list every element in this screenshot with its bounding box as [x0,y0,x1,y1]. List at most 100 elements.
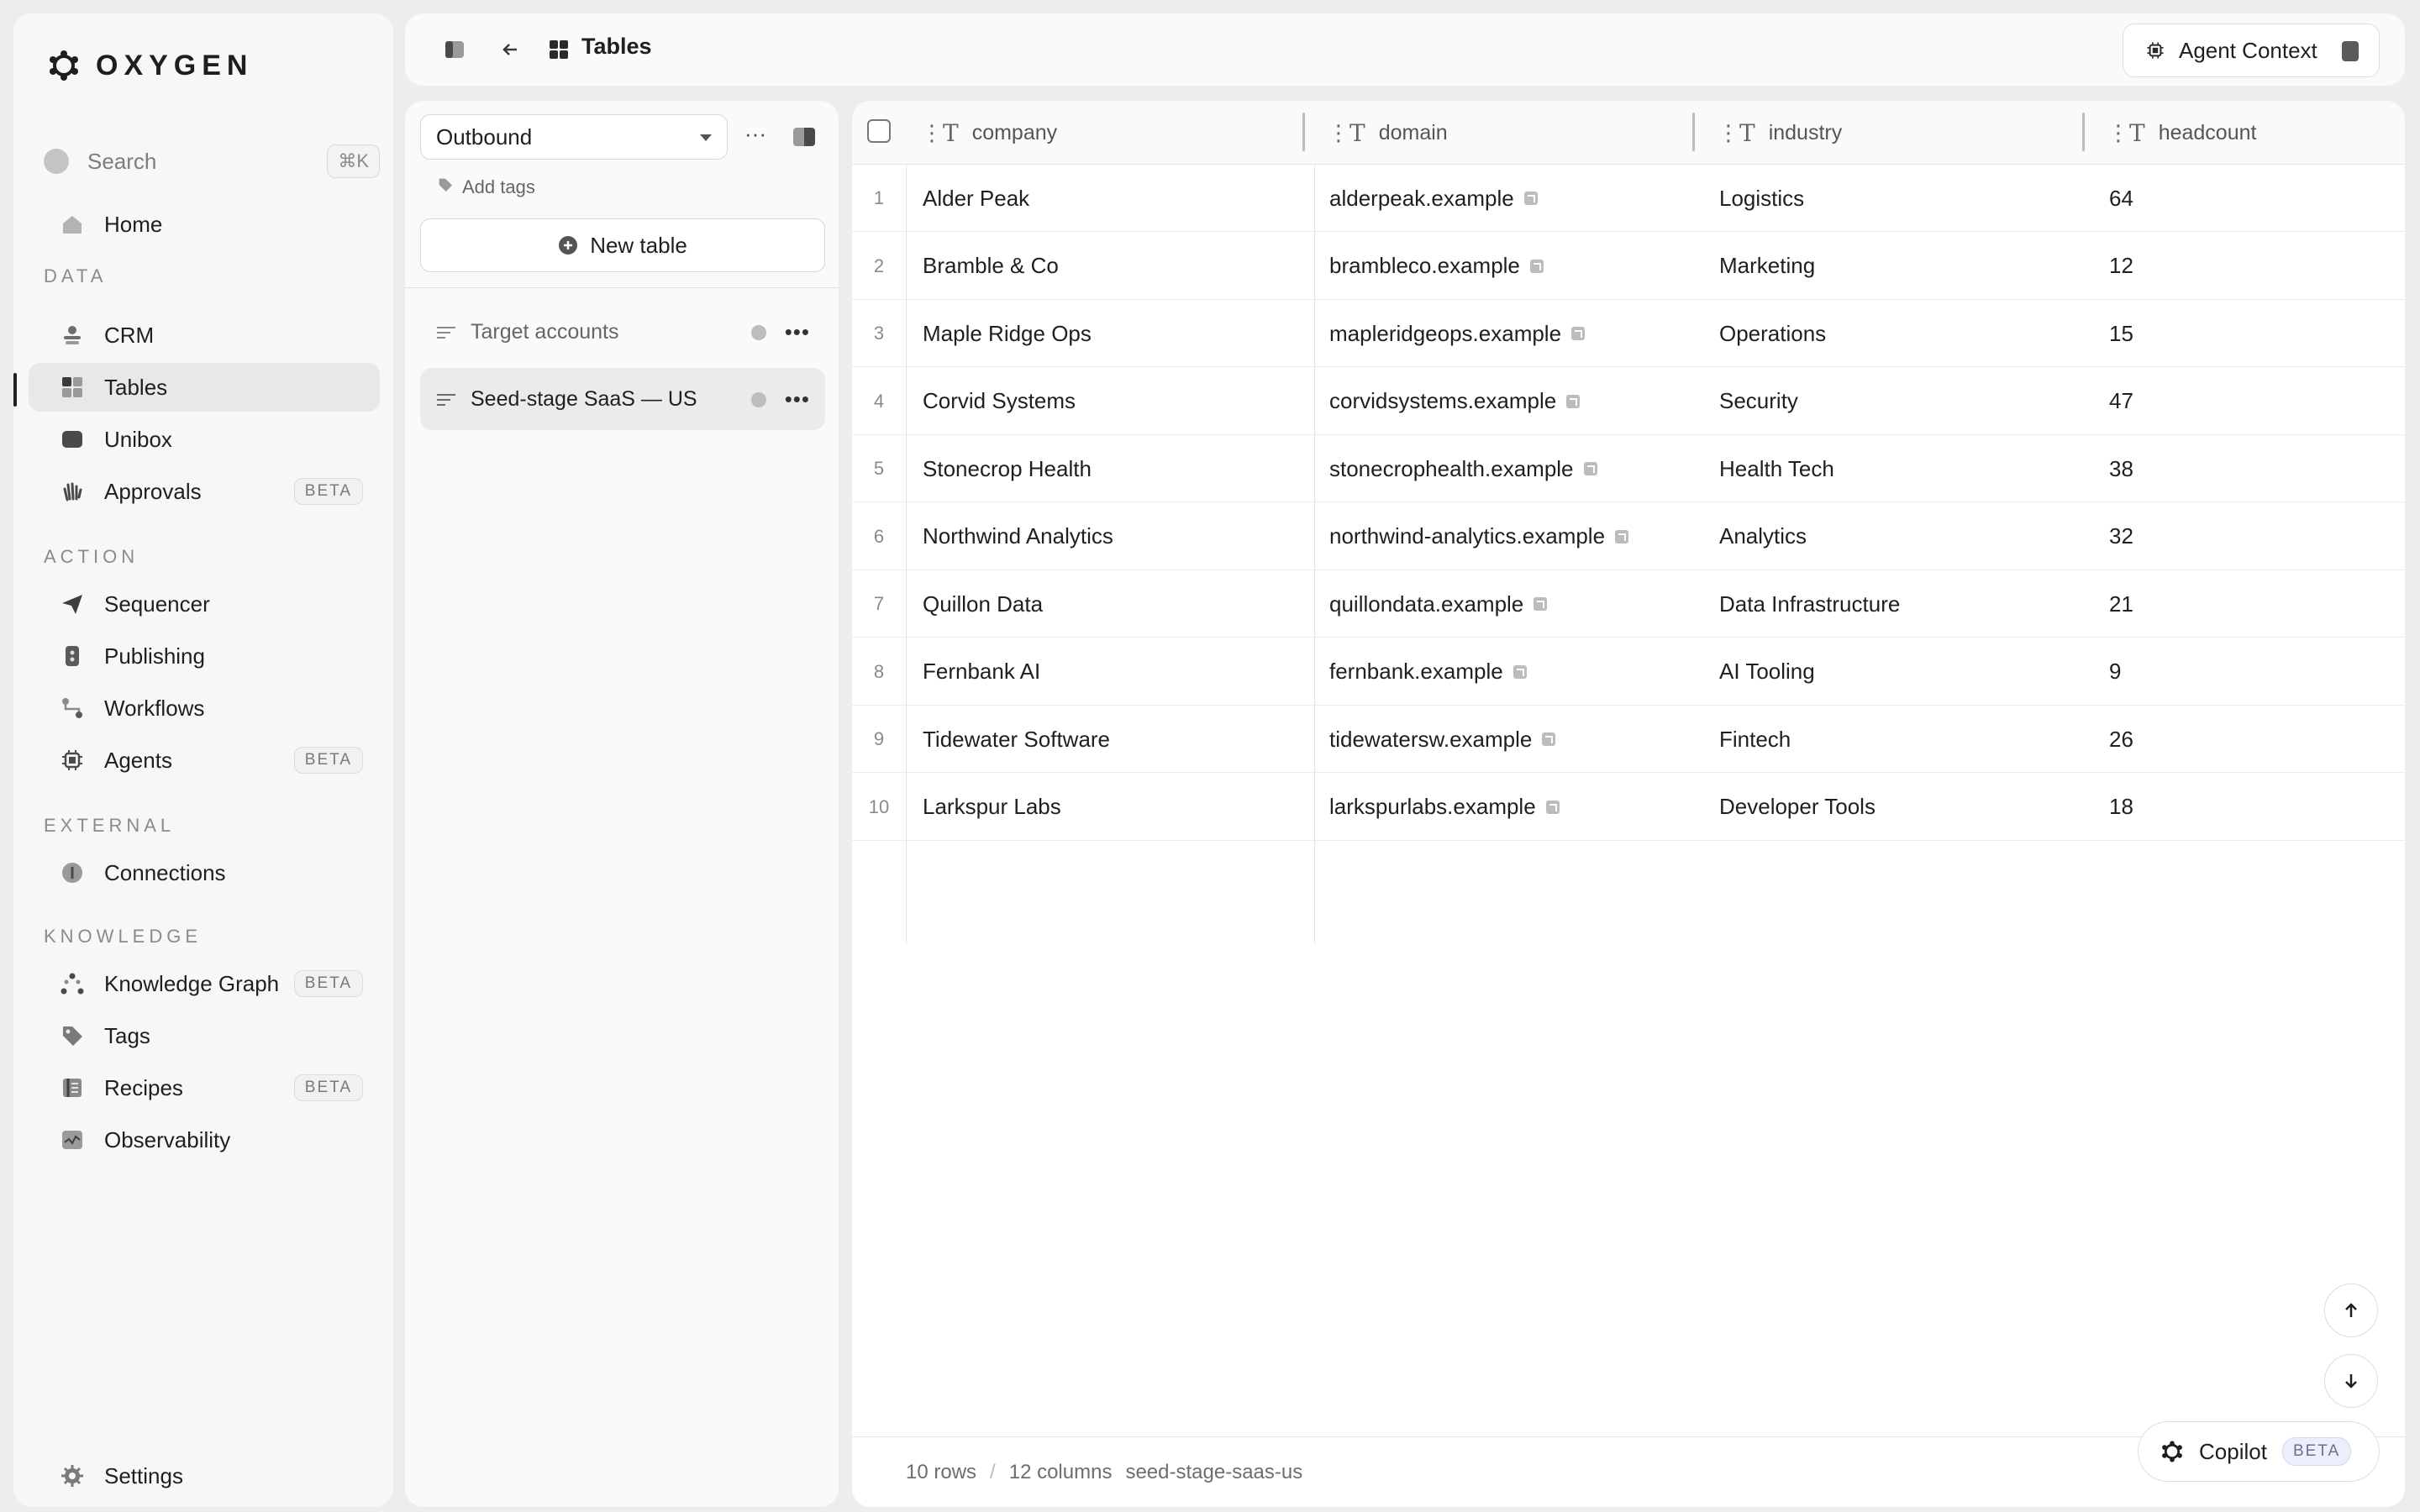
add-tags-button[interactable]: Add tags [437,176,535,198]
sidebar-item-sequencer[interactable]: Sequencer [29,580,380,628]
cell-company[interactable]: Bramble & Co [923,233,1059,300]
cell-domain[interactable]: corvidsystems.example [1329,368,1581,435]
cell-headcount[interactable]: 15 [2109,300,2133,367]
cell-company[interactable]: Larkspur Labs [923,774,1061,841]
table-list-item[interactable]: Seed-stage SaaS — US ••• [420,368,825,430]
back-arrow-icon[interactable] [497,37,523,62]
drag-handle-icon[interactable]: ⋮ [2107,122,2129,144]
cell-domain[interactable]: larkspurlabs.example [1329,774,1560,841]
column-resize-handle[interactable] [1692,113,1695,151]
table-row[interactable]: 4 Corvid Systems corvidsystems.example Secu… [852,368,2405,435]
table-row[interactable]: 1 Alder Peak alderpeak.example Logistics 64 [852,165,2405,232]
cell-industry[interactable]: Security [1719,368,1798,435]
logo[interactable]: OXYGEN [47,49,253,82]
external-link-icon[interactable] [1523,192,1538,205]
table-row[interactable]: 7 Quillon Data quillondata.example Data Inf… [852,570,2405,638]
cell-industry[interactable]: Operations [1719,300,1826,367]
sidebar-item-workflows[interactable]: Workflows [29,684,380,732]
drag-handle-icon[interactable]: ⋮ [1328,122,1349,144]
external-link-icon[interactable] [1529,259,1544,273]
cell-domain[interactable]: northwind-analytics.example [1329,503,1629,570]
cell-industry[interactable]: Health Tech [1719,435,1834,502]
cell-company[interactable]: Maple Ridge Ops [923,300,1092,367]
cell-headcount[interactable]: 18 [2109,774,2133,841]
external-link-icon[interactable] [1545,800,1560,814]
external-link-icon[interactable] [1566,394,1581,408]
cell-industry[interactable]: Data Infrastructure [1719,570,1900,638]
scroll-down-button[interactable] [2324,1354,2378,1408]
table-row[interactable]: 9 Tidewater Software tidewatersw.example Fi… [852,706,2405,773]
sidebar-item-agents[interactable]: Agents BETA [29,736,380,785]
search-button[interactable]: Search ⌘K [44,139,380,183]
drag-handle-icon[interactable]: ⋮ [1718,122,1739,144]
cell-domain[interactable]: mapleridgeops.example [1329,300,1586,367]
cell-domain[interactable]: alderpeak.example [1329,165,1538,232]
drag-handle-icon[interactable]: ⋮ [921,122,943,144]
column-resize-handle[interactable] [1302,113,1305,151]
workspace-select[interactable]: Outbound [420,114,728,160]
column-header-company[interactable]: ⋮ T company [921,101,1057,165]
new-table-button[interactable]: New table [420,218,825,272]
table-row[interactable]: 3 Maple Ridge Ops mapleridgeops.example Ope… [852,300,2405,367]
cell-industry[interactable]: Fintech [1719,706,1791,773]
cell-headcount[interactable]: 21 [2109,570,2133,638]
sidebar-toggle-icon[interactable] [442,37,467,62]
table-row[interactable]: 8 Fernbank AI fernbank.example AI Tooling 9 [852,638,2405,706]
sidebar-item-crm[interactable]: CRM [29,311,380,360]
cell-industry[interactable]: Developer Tools [1719,774,1876,841]
sidebar-item-publishing[interactable]: Publishing [29,632,380,680]
sidebar-item-connections[interactable]: Connections [29,848,380,897]
sidebar-item-approvals[interactable]: Approvals BETA [29,467,380,516]
cell-industry[interactable]: AI Tooling [1719,638,1815,706]
cell-headcount[interactable]: 64 [2109,165,2133,232]
sidebar-item-unibox[interactable]: Unibox [29,415,380,464]
column-header-domain[interactable]: ⋮ T domain [1328,101,1448,165]
cell-industry[interactable]: Analytics [1719,503,1807,570]
cell-headcount[interactable]: 38 [2109,435,2133,502]
cell-headcount[interactable]: 32 [2109,503,2133,570]
more-icon[interactable]: ··· [744,121,766,147]
more-icon[interactable]: ••• [785,319,810,345]
cell-domain[interactable]: stonecrophealth.example [1329,435,1597,502]
sidebar-item-tags[interactable]: Tags [29,1011,380,1060]
sidebar-item-tables[interactable]: Tables [29,363,380,412]
cell-domain[interactable]: tidewatersw.example [1329,706,1556,773]
cell-company[interactable]: Northwind Analytics [923,503,1113,570]
cell-headcount[interactable]: 26 [2109,706,2133,773]
select-all-checkbox[interactable] [867,119,891,143]
more-icon[interactable]: ••• [785,386,810,412]
cell-company[interactable]: Tidewater Software [923,706,1110,773]
table-row[interactable]: 10 Larkspur Labs larkspurlabs.example Devel… [852,774,2405,841]
scroll-up-button[interactable] [2324,1284,2378,1337]
sidebar-item-observability[interactable]: Observability [29,1116,380,1164]
cell-headcount[interactable]: 9 [2109,638,2121,706]
external-link-icon[interactable] [1534,597,1548,611]
cell-domain[interactable]: brambleco.example [1329,233,1544,300]
column-resize-handle[interactable] [2082,113,2085,151]
copilot-button[interactable]: Copilot BETA [2138,1421,2380,1482]
external-link-icon[interactable] [1583,462,1597,475]
sidebar-item-knowledge-graph[interactable]: Knowledge Graph BETA [29,959,380,1008]
external-link-icon[interactable] [1571,327,1586,340]
sidebar-item-home[interactable]: Home [29,200,380,249]
cell-industry[interactable]: Marketing [1719,233,1815,300]
cell-company[interactable]: Fernbank AI [923,638,1040,706]
panel-toggle-icon[interactable] [793,128,815,146]
column-header-industry[interactable]: ⋮ T industry [1718,101,1842,165]
cell-headcount[interactable]: 12 [2109,233,2133,300]
sidebar-item-settings[interactable]: Settings [29,1452,380,1500]
agent-context-button[interactable]: Agent Context [2123,24,2380,77]
cell-company[interactable]: Quillon Data [923,570,1043,638]
external-link-icon[interactable] [1542,732,1556,746]
cell-industry[interactable]: Logistics [1719,165,1804,232]
sidebar-item-recipes[interactable]: Recipes BETA [29,1063,380,1112]
cell-company[interactable]: Stonecrop Health [923,435,1092,502]
table-row[interactable]: 2 Bramble & Co brambleco.example Marketing 1… [852,233,2405,300]
cell-company[interactable]: Alder Peak [923,165,1029,232]
cell-company[interactable]: Corvid Systems [923,368,1076,435]
table-row[interactable]: 5 Stonecrop Health stonecrophealth.example… [852,435,2405,502]
cell-domain[interactable]: quillondata.example [1329,570,1548,638]
column-header-headcount[interactable]: ⋮ T headcount [2107,101,2256,165]
cell-domain[interactable]: fernbank.example [1329,638,1527,706]
cell-headcount[interactable]: 47 [2109,368,2133,435]
